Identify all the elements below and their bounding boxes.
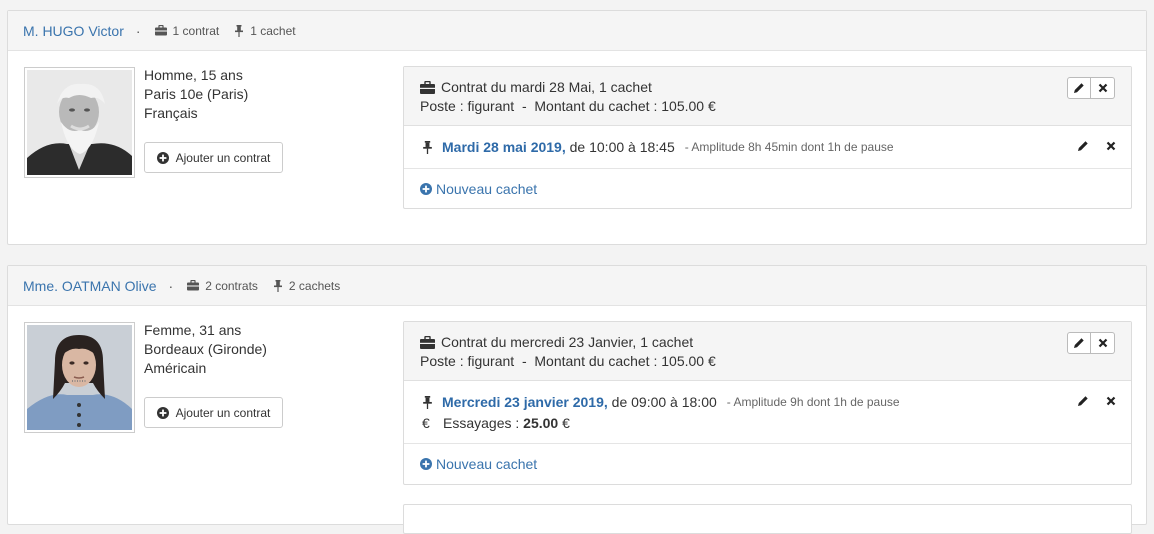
edit-cachet-button[interactable] bbox=[1073, 395, 1093, 407]
cachet-time: de 10:00 à 18:45 bbox=[565, 139, 675, 155]
separator-dot: · bbox=[168, 277, 174, 294]
pushpin-icon bbox=[235, 24, 244, 37]
edit-contract-button[interactable] bbox=[1067, 332, 1091, 354]
contract-card: Contrat du mardi 28 Mai, 1 cachet Poste … bbox=[403, 66, 1132, 209]
cachets-count: 1 cachet bbox=[234, 24, 296, 38]
delete-contract-button[interactable] bbox=[1091, 332, 1115, 354]
plus-circle-icon bbox=[420, 182, 432, 195]
person-card: M. HUGO Victor · 1 contrat 1 cachet Homm… bbox=[7, 10, 1147, 245]
contract-details: Poste : figurant - Montant du cachet : 1… bbox=[420, 98, 716, 114]
add-contract-button[interactable]: Ajouter un contrat bbox=[144, 397, 283, 428]
fee-line: € Essayages : 25.00 € bbox=[422, 413, 1131, 433]
person-card-header: M. HUGO Victor · 1 contrat 1 cachet bbox=[8, 11, 1146, 51]
contracts-count: 2 contrats bbox=[187, 279, 258, 293]
person-card-header: Mme. OATMAN Olive · 2 contrats 2 cachets bbox=[8, 266, 1146, 306]
contract-card-next bbox=[403, 504, 1132, 534]
cachet-amplitude: - Amplitude 9h dont 1h de pause bbox=[726, 395, 900, 409]
person-card: Mme. OATMAN Olive · 2 contrats 2 cachets… bbox=[7, 265, 1147, 534]
pushpin-icon bbox=[273, 279, 282, 292]
person-city: Paris 10e (Paris) bbox=[144, 86, 249, 102]
briefcase-icon bbox=[420, 81, 435, 94]
fee-currency: € bbox=[558, 415, 570, 431]
fee-label: Essayages : bbox=[443, 415, 524, 431]
close-icon bbox=[1098, 83, 1107, 93]
person-photo bbox=[24, 67, 135, 178]
person-info: Homme, 15 ans Paris 10e (Paris) Français bbox=[144, 66, 248, 123]
pushpin-icon bbox=[423, 395, 432, 409]
person-photo bbox=[24, 322, 135, 433]
edit-cachet-button[interactable] bbox=[1073, 140, 1093, 152]
portrait-image bbox=[27, 70, 132, 175]
close-icon bbox=[1098, 338, 1107, 348]
person-info: Femme, 31 ans Bordeaux (Gironde) América… bbox=[144, 321, 267, 378]
briefcase-icon bbox=[187, 280, 200, 291]
contract-actions bbox=[1067, 332, 1115, 354]
contract-title: Contrat du mardi 28 Mai, 1 cachet bbox=[441, 79, 652, 95]
add-contract-button[interactable]: Ajouter un contrat bbox=[144, 142, 283, 173]
cachet-amplitude: - Amplitude 8h 45min dont 1h de pause bbox=[684, 140, 894, 154]
edit-contract-button[interactable] bbox=[1067, 77, 1091, 99]
pencil-icon bbox=[1074, 338, 1084, 348]
close-icon bbox=[1106, 396, 1116, 406]
person-name-link[interactable]: Mme. OATMAN Olive bbox=[23, 278, 157, 294]
person-nationality: Français bbox=[144, 105, 198, 121]
cachet-row: Mardi 28 mai 2019, de 10:00 à 18:45 - Am… bbox=[404, 126, 1131, 169]
briefcase-icon bbox=[420, 336, 435, 349]
cachet-actions bbox=[1065, 140, 1121, 152]
plus-circle-icon bbox=[156, 406, 169, 419]
cachet-date-link[interactable]: Mardi 28 mai 2019, bbox=[442, 139, 566, 155]
pushpin-icon bbox=[423, 140, 432, 154]
person-city: Bordeaux (Gironde) bbox=[144, 341, 267, 357]
contract-details: Poste : figurant - Montant du cachet : 1… bbox=[420, 353, 716, 369]
euro-icon: € bbox=[422, 415, 430, 431]
delete-cachet-button[interactable] bbox=[1101, 396, 1121, 406]
separator-dot: · bbox=[135, 22, 141, 39]
briefcase-icon bbox=[154, 25, 167, 36]
fee-value: 25.00 bbox=[523, 415, 559, 431]
contract-card: Contrat du mercredi 23 Janvier, 1 cachet… bbox=[403, 321, 1132, 485]
pencil-icon bbox=[1078, 396, 1088, 406]
plus-circle-icon bbox=[156, 151, 169, 164]
cachet-date-link[interactable]: Mercredi 23 janvier 2019, bbox=[442, 394, 608, 410]
new-cachet-button[interactable]: Nouveau cachet bbox=[404, 169, 1131, 208]
portrait-image bbox=[27, 325, 132, 430]
cachet-row: Mercredi 23 janvier 2019, de 09:00 à 18:… bbox=[404, 381, 1131, 444]
contract-actions bbox=[1067, 77, 1115, 99]
person-name-link[interactable]: M. HUGO Victor bbox=[23, 23, 124, 39]
pencil-icon bbox=[1074, 83, 1084, 93]
cachet-time: de 09:00 à 18:00 bbox=[607, 394, 717, 410]
pencil-icon bbox=[1078, 141, 1088, 151]
delete-contract-button[interactable] bbox=[1091, 77, 1115, 99]
delete-cachet-button[interactable] bbox=[1101, 141, 1121, 151]
contract-title: Contrat du mercredi 23 Janvier, 1 cachet bbox=[441, 334, 694, 350]
contract-header: Contrat du mardi 28 Mai, 1 cachet Poste … bbox=[404, 67, 1131, 126]
close-icon bbox=[1106, 141, 1116, 151]
person-gender-age: Femme, 31 ans bbox=[144, 322, 242, 338]
person-gender-age: Homme, 15 ans bbox=[144, 67, 243, 83]
contract-header: Contrat du mercredi 23 Janvier, 1 cachet… bbox=[404, 322, 1131, 381]
cachets-count: 2 cachets bbox=[273, 279, 340, 293]
cachet-actions bbox=[1065, 395, 1121, 407]
new-cachet-button[interactable]: Nouveau cachet bbox=[404, 444, 1131, 483]
plus-circle-icon bbox=[420, 457, 432, 470]
person-nationality: Américain bbox=[144, 360, 207, 376]
contracts-count: 1 contrat bbox=[154, 24, 219, 38]
